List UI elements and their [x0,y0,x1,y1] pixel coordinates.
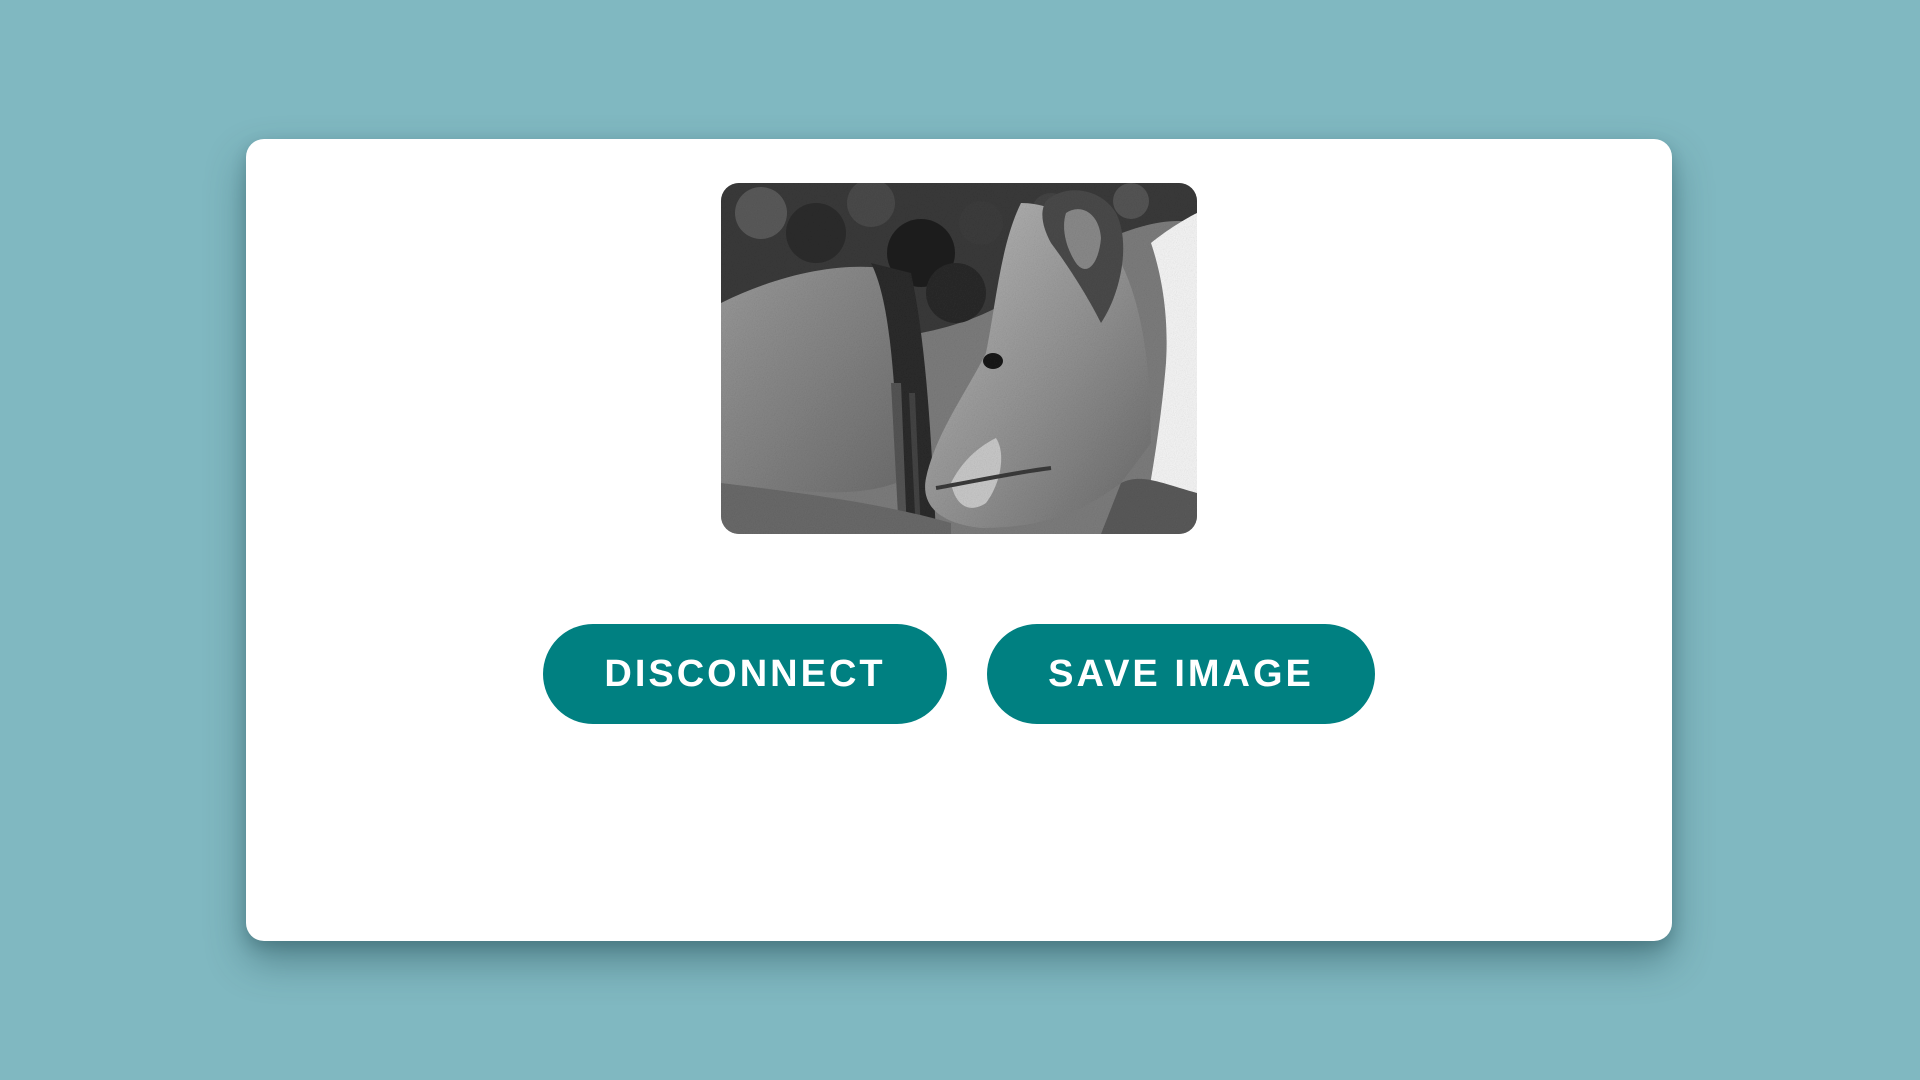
captured-image-graphic [721,183,1197,534]
disconnect-button[interactable]: DISCONNECT [543,624,947,724]
save-image-button-label: SAVE IMAGE [1048,652,1314,695]
camera-card: DISCONNECT SAVE IMAGE [246,139,1672,941]
disconnect-button-label: DISCONNECT [604,652,886,695]
captured-image [721,183,1197,534]
save-image-button[interactable]: SAVE IMAGE [987,624,1375,724]
